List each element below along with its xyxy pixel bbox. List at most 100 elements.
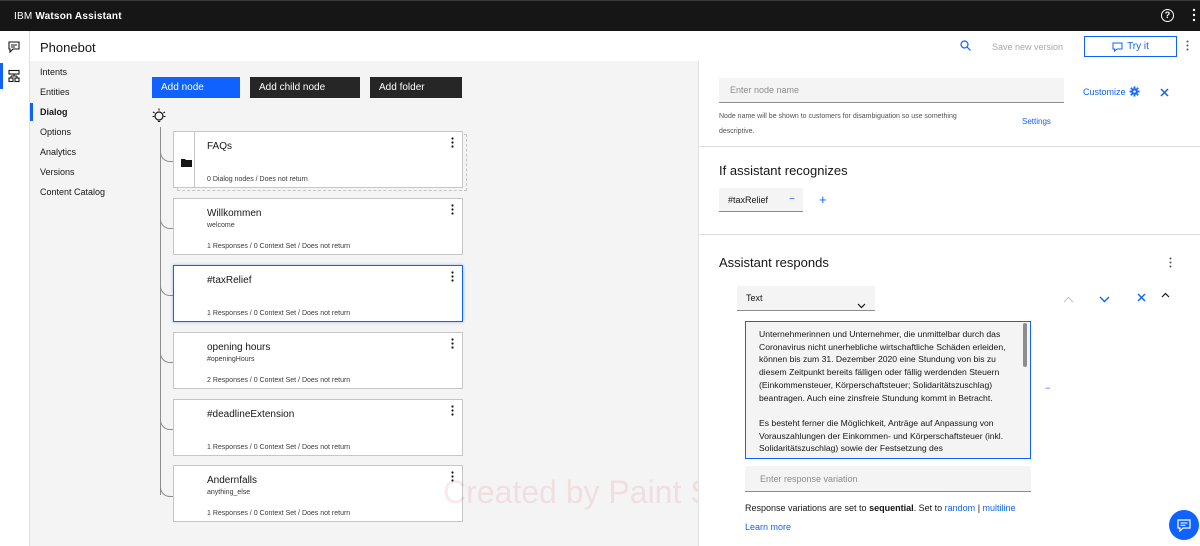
response-paragraph: Es besteht ferner die Möglichkeit, Anträ… [759, 417, 1004, 454]
multiline-link[interactable]: multiline [983, 503, 1016, 513]
random-link[interactable]: random [945, 503, 976, 513]
settings-link[interactable]: Settings [1022, 117, 1051, 126]
user-icon[interactable] [1192, 8, 1196, 25]
dialog-folder-faqs[interactable]: FAQs 0 Dialog nodes / Does not return [173, 131, 463, 188]
chat-bubble-icon[interactable] [7, 40, 23, 56]
node-overflow-icon[interactable] [451, 405, 454, 416]
dialog-node-deadline-extension[interactable]: #deadlineExtension 1 Responses / 0 Conte… [173, 399, 463, 456]
node-overflow-icon[interactable] [451, 338, 454, 349]
sidenav-item-intents[interactable]: Intents [30, 63, 140, 81]
sidenav-item-options[interactable]: Options [30, 123, 140, 141]
chat-bubble-icon [1112, 42, 1123, 52]
node-title: #taxRelief [207, 275, 252, 286]
try-it-label: Try it [1127, 41, 1149, 52]
node-title: opening hours [207, 342, 271, 353]
section-divider [699, 234, 1200, 235]
node-condition: welcome [207, 222, 235, 229]
dialog-node-opening-hours[interactable]: opening hours #openingHours 2 Responses … [173, 332, 463, 389]
tree-connector [160, 219, 174, 229]
remove-condition-button[interactable]: − [789, 188, 795, 212]
dialog-node-willkommen[interactable]: Willkommen welcome 1 Responses / 0 Conte… [173, 198, 463, 255]
variation-note-prefix: Response variations are set to [745, 503, 867, 513]
sidenav-item-versions[interactable]: Versions [30, 163, 140, 181]
delete-response-icon[interactable] [1137, 291, 1146, 305]
top-bar: IBM Watson Assistant ? [0, 0, 1200, 31]
node-overflow-icon[interactable] [451, 204, 454, 215]
customize-label: Customize [1083, 86, 1126, 97]
sidenav-item-content-catalog[interactable]: Content Catalog [30, 183, 140, 201]
node-overflow-icon[interactable] [451, 271, 454, 282]
chat-launcher-button[interactable] [1169, 510, 1199, 540]
brand-name: Watson Assistant [35, 10, 122, 22]
brand-prefix: IBM [14, 10, 33, 22]
node-meta: 1 Responses / 0 Context Set / Does not r… [207, 510, 351, 517]
textarea-scrollbar[interactable] [1023, 323, 1027, 367]
tree-connector [160, 286, 174, 296]
product-brand: IBM Watson Assistant [14, 11, 122, 22]
variation-mode: sequential [869, 503, 914, 513]
add-condition-button[interactable]: + [819, 192, 827, 207]
skills-icon[interactable] [7, 69, 23, 85]
skill-sidenav: Intents Entities Dialog Options Analytic… [30, 61, 140, 546]
node-overflow-icon[interactable] [451, 471, 454, 482]
learn-more-link[interactable]: Learn more [745, 522, 791, 532]
tree-connector [160, 152, 174, 162]
node-meta: 1 Responses / 0 Context Set / Does not r… [207, 444, 351, 451]
chat-bubble-icon [1177, 518, 1191, 532]
collapse-icon[interactable] [1161, 287, 1170, 301]
separator: | [977, 503, 981, 513]
response-paragraph: Unternehmerinnen und Unternehmer, die un… [759, 329, 1006, 403]
rail-active-indicator [0, 63, 3, 89]
icon-rail [0, 31, 30, 546]
add-folder-button[interactable]: Add folder [370, 77, 462, 98]
node-name-input[interactable]: Enter node name [719, 78, 1064, 103]
node-name-hint: Node name will be shown to customers for… [719, 113, 957, 135]
node-overflow-icon[interactable] [451, 137, 454, 148]
move-up-icon[interactable] [1063, 292, 1074, 306]
node-title: Andernfalls [207, 475, 258, 486]
move-down-icon[interactable] [1099, 292, 1110, 306]
response-variation-input[interactable]: Enter response variation [745, 466, 1031, 492]
save-new-version-button[interactable]: Save new version [992, 42, 1063, 52]
add-child-node-button[interactable]: Add child node [250, 77, 360, 98]
sidenav-item-analytics[interactable]: Analytics [30, 143, 140, 161]
node-title: #deadlineExtension [207, 409, 295, 420]
response-type-value: Text [746, 293, 763, 303]
help-icon[interactable]: ? [1161, 9, 1174, 22]
close-panel-icon[interactable] [1160, 86, 1169, 100]
condition-intent-field[interactable]: #taxRelief − [719, 188, 803, 212]
customize-button[interactable]: Customize [1083, 86, 1140, 97]
dialog-node-andernfalls[interactable]: Andernfalls anything_else 1 Responses / … [173, 465, 463, 522]
intent-value: #taxRelief [728, 195, 769, 205]
node-title: Willkommen [207, 208, 262, 219]
add-node-button[interactable]: Add node [152, 77, 240, 98]
skill-header: Phonebot Save new version Try it [30, 31, 1200, 61]
tree-connector [160, 487, 174, 497]
folder-icon [181, 156, 192, 170]
try-it-button[interactable]: Try it [1084, 36, 1177, 57]
node-meta: 2 Responses / 0 Context Set / Does not r… [207, 377, 351, 384]
dialog-tree-canvas: Add node Add child node Add folder FAQs … [140, 61, 700, 546]
sidenav-item-dialog[interactable]: Dialog [30, 103, 140, 121]
tree-connector [160, 127, 161, 495]
node-condition: anything_else [207, 489, 251, 496]
response-overflow-icon[interactable] [1169, 257, 1172, 268]
overflow-menu-icon[interactable] [1186, 40, 1189, 51]
response-type-select[interactable]: Text [737, 286, 875, 311]
sidenav-item-entities[interactable]: Entities [30, 83, 140, 101]
search-icon[interactable] [960, 40, 971, 54]
responds-title: Assistant responds [719, 255, 829, 270]
response-text-area[interactable]: Unternehmerinnen und Unternehmer, die un… [745, 321, 1031, 459]
folder-divider [194, 132, 195, 187]
node-title: FAQs [207, 141, 233, 152]
variation-mode-note: Response variations are set to sequentia… [745, 503, 1016, 513]
node-meta: 0 Dialog nodes / Does not return [207, 176, 308, 183]
remove-variation-button[interactable]: − [1045, 383, 1050, 393]
recognizes-title: If assistant recognizes [719, 163, 848, 178]
section-divider [699, 146, 1200, 147]
dialog-node-taxrelief[interactable]: #taxRelief 1 Responses / 0 Context Set /… [173, 265, 463, 322]
node-editor-panel: Enter node name Node name will be shown … [698, 61, 1200, 546]
node-meta: 1 Responses / 0 Context Set / Does not r… [207, 310, 351, 317]
variation-note-mid: . Set to [913, 503, 943, 513]
node-meta: 1 Responses / 0 Context Set / Does not r… [207, 243, 351, 250]
